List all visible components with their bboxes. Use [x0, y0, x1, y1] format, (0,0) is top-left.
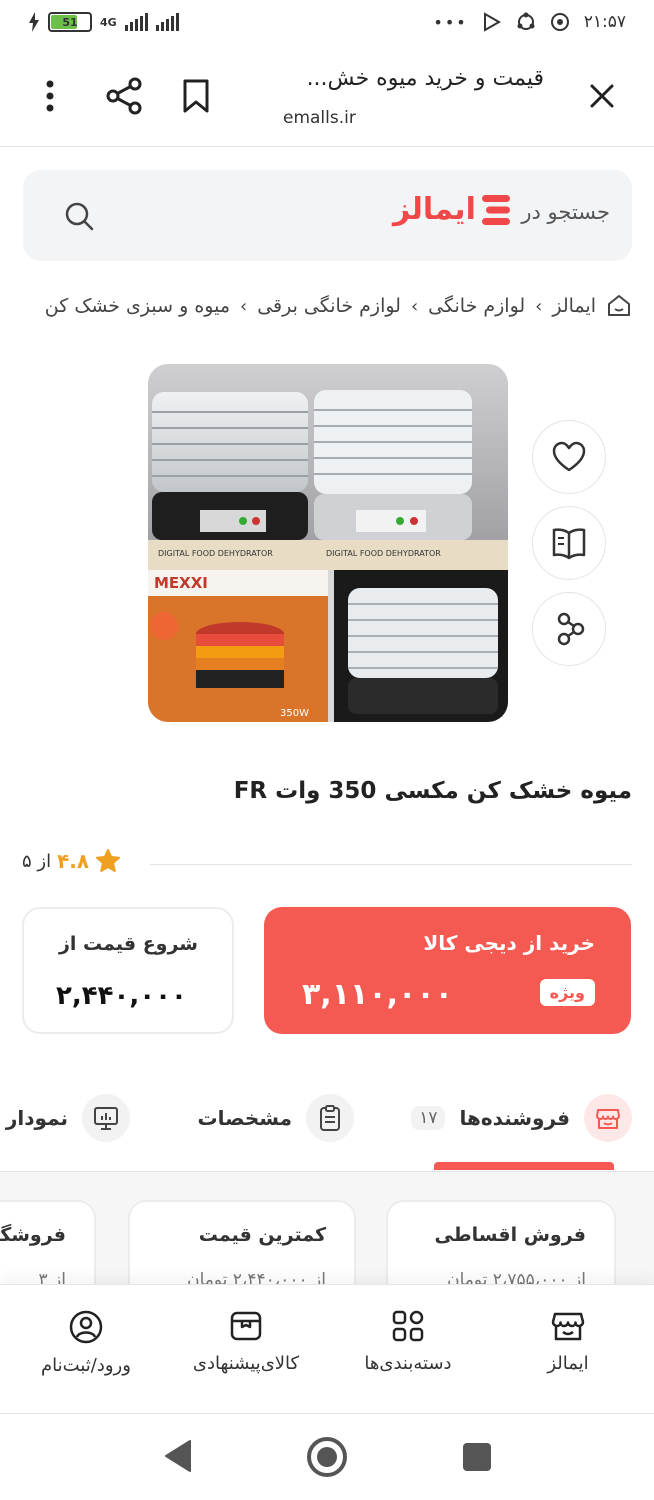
bookmark-icon[interactable]	[180, 78, 212, 114]
page-title: قیمت و خرید میوه خش...	[306, 66, 544, 91]
start-price-card: شروع قیمت از ۲,۴۴۰,۰۰۰	[22, 907, 234, 1034]
signal-icon	[124, 13, 148, 31]
active-tab-indicator	[434, 1162, 614, 1170]
store-icon	[584, 1094, 632, 1142]
buy-offer-label: خرید از دیجی کالا	[423, 931, 595, 955]
product-title: میوه خشک کن مکسی 350 وات FR	[233, 778, 632, 804]
offer-card-installment[interactable]: فروش اقساطی از ۲،۷۵۵،۰۰۰ تومان	[386, 1200, 616, 1290]
tab-specs-label: مشخصات	[197, 1106, 292, 1130]
buy-offer-price: ۳,۱۱۰,۰۰۰	[302, 977, 453, 1012]
clipboard-icon	[306, 1094, 354, 1142]
page-url: emalls.ir	[283, 108, 356, 128]
offers-row: فروش اقساطی از ۲،۷۵۵،۰۰۰ تومان کمترین قی…	[0, 1172, 654, 1290]
tab-sellers-count: ۱۷	[411, 1106, 446, 1130]
chevron-left-icon: ›	[410, 295, 419, 317]
offer-card-partial[interactable]: فروشگاه از ۳	[0, 1200, 96, 1290]
back-icon[interactable]	[162, 1438, 194, 1474]
tab-sellers-label: فروشنده‌ها	[459, 1106, 570, 1130]
rating-divider	[150, 864, 632, 865]
svg-text:DIGITAL FOOD DEHYDRATOR: DIGITAL FOOD DEHYDRATOR	[326, 549, 441, 558]
battery-icon: 51	[48, 12, 92, 32]
chevron-left-icon: ›	[240, 295, 248, 317]
signal-icon-2	[155, 13, 179, 31]
buy-offer-card[interactable]: خرید از دیجی کالا ۳,۱۱۰,۰۰۰ ویژه	[264, 907, 631, 1034]
start-price-label: شروع قیمت از	[58, 933, 198, 955]
more-notifications: •••	[433, 12, 468, 32]
svg-text:MEXXI: MEXXI	[154, 574, 208, 592]
chrome-icon	[550, 13, 569, 31]
offer-title: فروش اقساطی	[434, 1224, 586, 1246]
brand-logo: ایمالز	[393, 192, 512, 227]
nav-categories-label: دسته‌بندی‌ها	[364, 1353, 452, 1374]
home-icon[interactable]	[606, 293, 632, 319]
tab-chart[interactable]: نمودار	[6, 1094, 130, 1142]
status-left: 51 4G	[28, 12, 179, 32]
tab-chart-label: نمودار	[5, 1106, 68, 1130]
rating-scale: از ۵	[22, 850, 52, 872]
offer-card-lowest-price[interactable]: کمترین قیمت از ۲،۴۴۰،۰۰۰ تومان	[128, 1200, 356, 1290]
svg-text:350W: 350W	[280, 708, 309, 719]
product-tabs: فروشنده‌ها ۱۷ مشخصات نمودار	[0, 1086, 654, 1172]
chevron-left-icon: ›	[535, 295, 543, 317]
nav-home[interactable]: ایمالز	[488, 1309, 648, 1374]
svg-text:DIGITAL FOOD DEHYDRATOR: DIGITAL FOOD DEHYDRATOR	[158, 549, 273, 558]
special-badge: ویژه	[539, 979, 595, 1006]
nav-login[interactable]: ورود/ثبت‌نام	[6, 1309, 166, 1376]
product-image[interactable]: DIGITAL FOOD DEHYDRATOR DIGITAL FOOD DEH…	[148, 364, 508, 722]
offer-title: فروشگاه	[0, 1224, 66, 1246]
nav-login-label: ورود/ثبت‌نام	[41, 1355, 131, 1376]
system-navigation	[0, 1414, 654, 1500]
play-store-icon	[483, 12, 501, 32]
tab-sellers[interactable]: فروشنده‌ها ۱۷	[411, 1094, 632, 1142]
share-product-button[interactable]	[532, 592, 606, 666]
compare-button[interactable]	[532, 506, 606, 580]
start-price-value: ۲,۴۴۰,۰۰۰	[56, 981, 187, 1011]
status-right: ••• ۲۱:۵۷	[433, 12, 626, 32]
search-bar[interactable]: ایمالز جستجو در	[23, 170, 632, 261]
browser-header: قیمت و خرید میوه خش... emalls.ir	[0, 50, 654, 147]
sync-icon	[517, 12, 535, 30]
share-icon	[557, 612, 585, 646]
heart-icon	[552, 441, 586, 472]
book-icon	[552, 528, 586, 560]
breadcrumb: ایمالز › لوازم خانگی › لوازم خانگی برقی …	[0, 286, 632, 326]
network-type: 4G	[100, 15, 117, 29]
breadcrumb-item[interactable]: لوازم خانگی	[428, 295, 525, 317]
grid-icon	[392, 1310, 424, 1342]
user-icon	[69, 1310, 103, 1344]
logo-mark-icon	[481, 194, 510, 225]
status-bar: 51 4G ••• ۲۱:۵۷	[0, 0, 654, 50]
share-icon[interactable]	[104, 76, 144, 116]
chart-icon	[82, 1094, 130, 1142]
offer-title: کمترین قیمت	[198, 1224, 326, 1246]
charging-icon	[29, 12, 39, 32]
store-icon	[551, 1312, 585, 1341]
battery-level: 51	[62, 15, 78, 29]
product-rating: از ۵ ۴.۸	[22, 848, 121, 874]
star-icon	[96, 849, 121, 872]
nav-suggested[interactable]: کالای‌پیشنهادی	[166, 1309, 326, 1374]
home-button-icon[interactable]	[306, 1436, 348, 1478]
breadcrumb-item[interactable]: میوه و سبزی خشک کن	[45, 295, 230, 317]
clock: ۲۱:۵۷	[583, 12, 626, 32]
nav-suggested-label: کالای‌پیشنهادی	[192, 1353, 300, 1374]
search-icon[interactable]	[63, 200, 95, 232]
close-icon[interactable]	[584, 78, 620, 114]
nav-home-label: ایمالز	[547, 1353, 589, 1374]
recents-icon[interactable]	[462, 1442, 492, 1472]
rating-score: ۴.۸	[57, 849, 90, 873]
box-icon	[230, 1311, 262, 1341]
tab-specs[interactable]: مشخصات	[198, 1094, 354, 1142]
search-placeholder: جستجو در	[521, 200, 610, 224]
bottom-navigation: ایمالز دسته‌بندی‌ها کالای‌پیشنهادی ورود/…	[0, 1284, 654, 1414]
product-photo: DIGITAL FOOD DEHYDRATOR DIGITAL FOOD DEH…	[148, 364, 508, 722]
nav-categories[interactable]: دسته‌بندی‌ها	[328, 1309, 488, 1374]
more-vertical-icon[interactable]	[40, 76, 60, 116]
brand-name: ایمالز	[393, 192, 476, 227]
favorite-button[interactable]	[532, 420, 606, 494]
breadcrumb-item[interactable]: ایمالز	[552, 295, 596, 317]
breadcrumb-item[interactable]: لوازم خانگی برقی	[257, 295, 401, 317]
